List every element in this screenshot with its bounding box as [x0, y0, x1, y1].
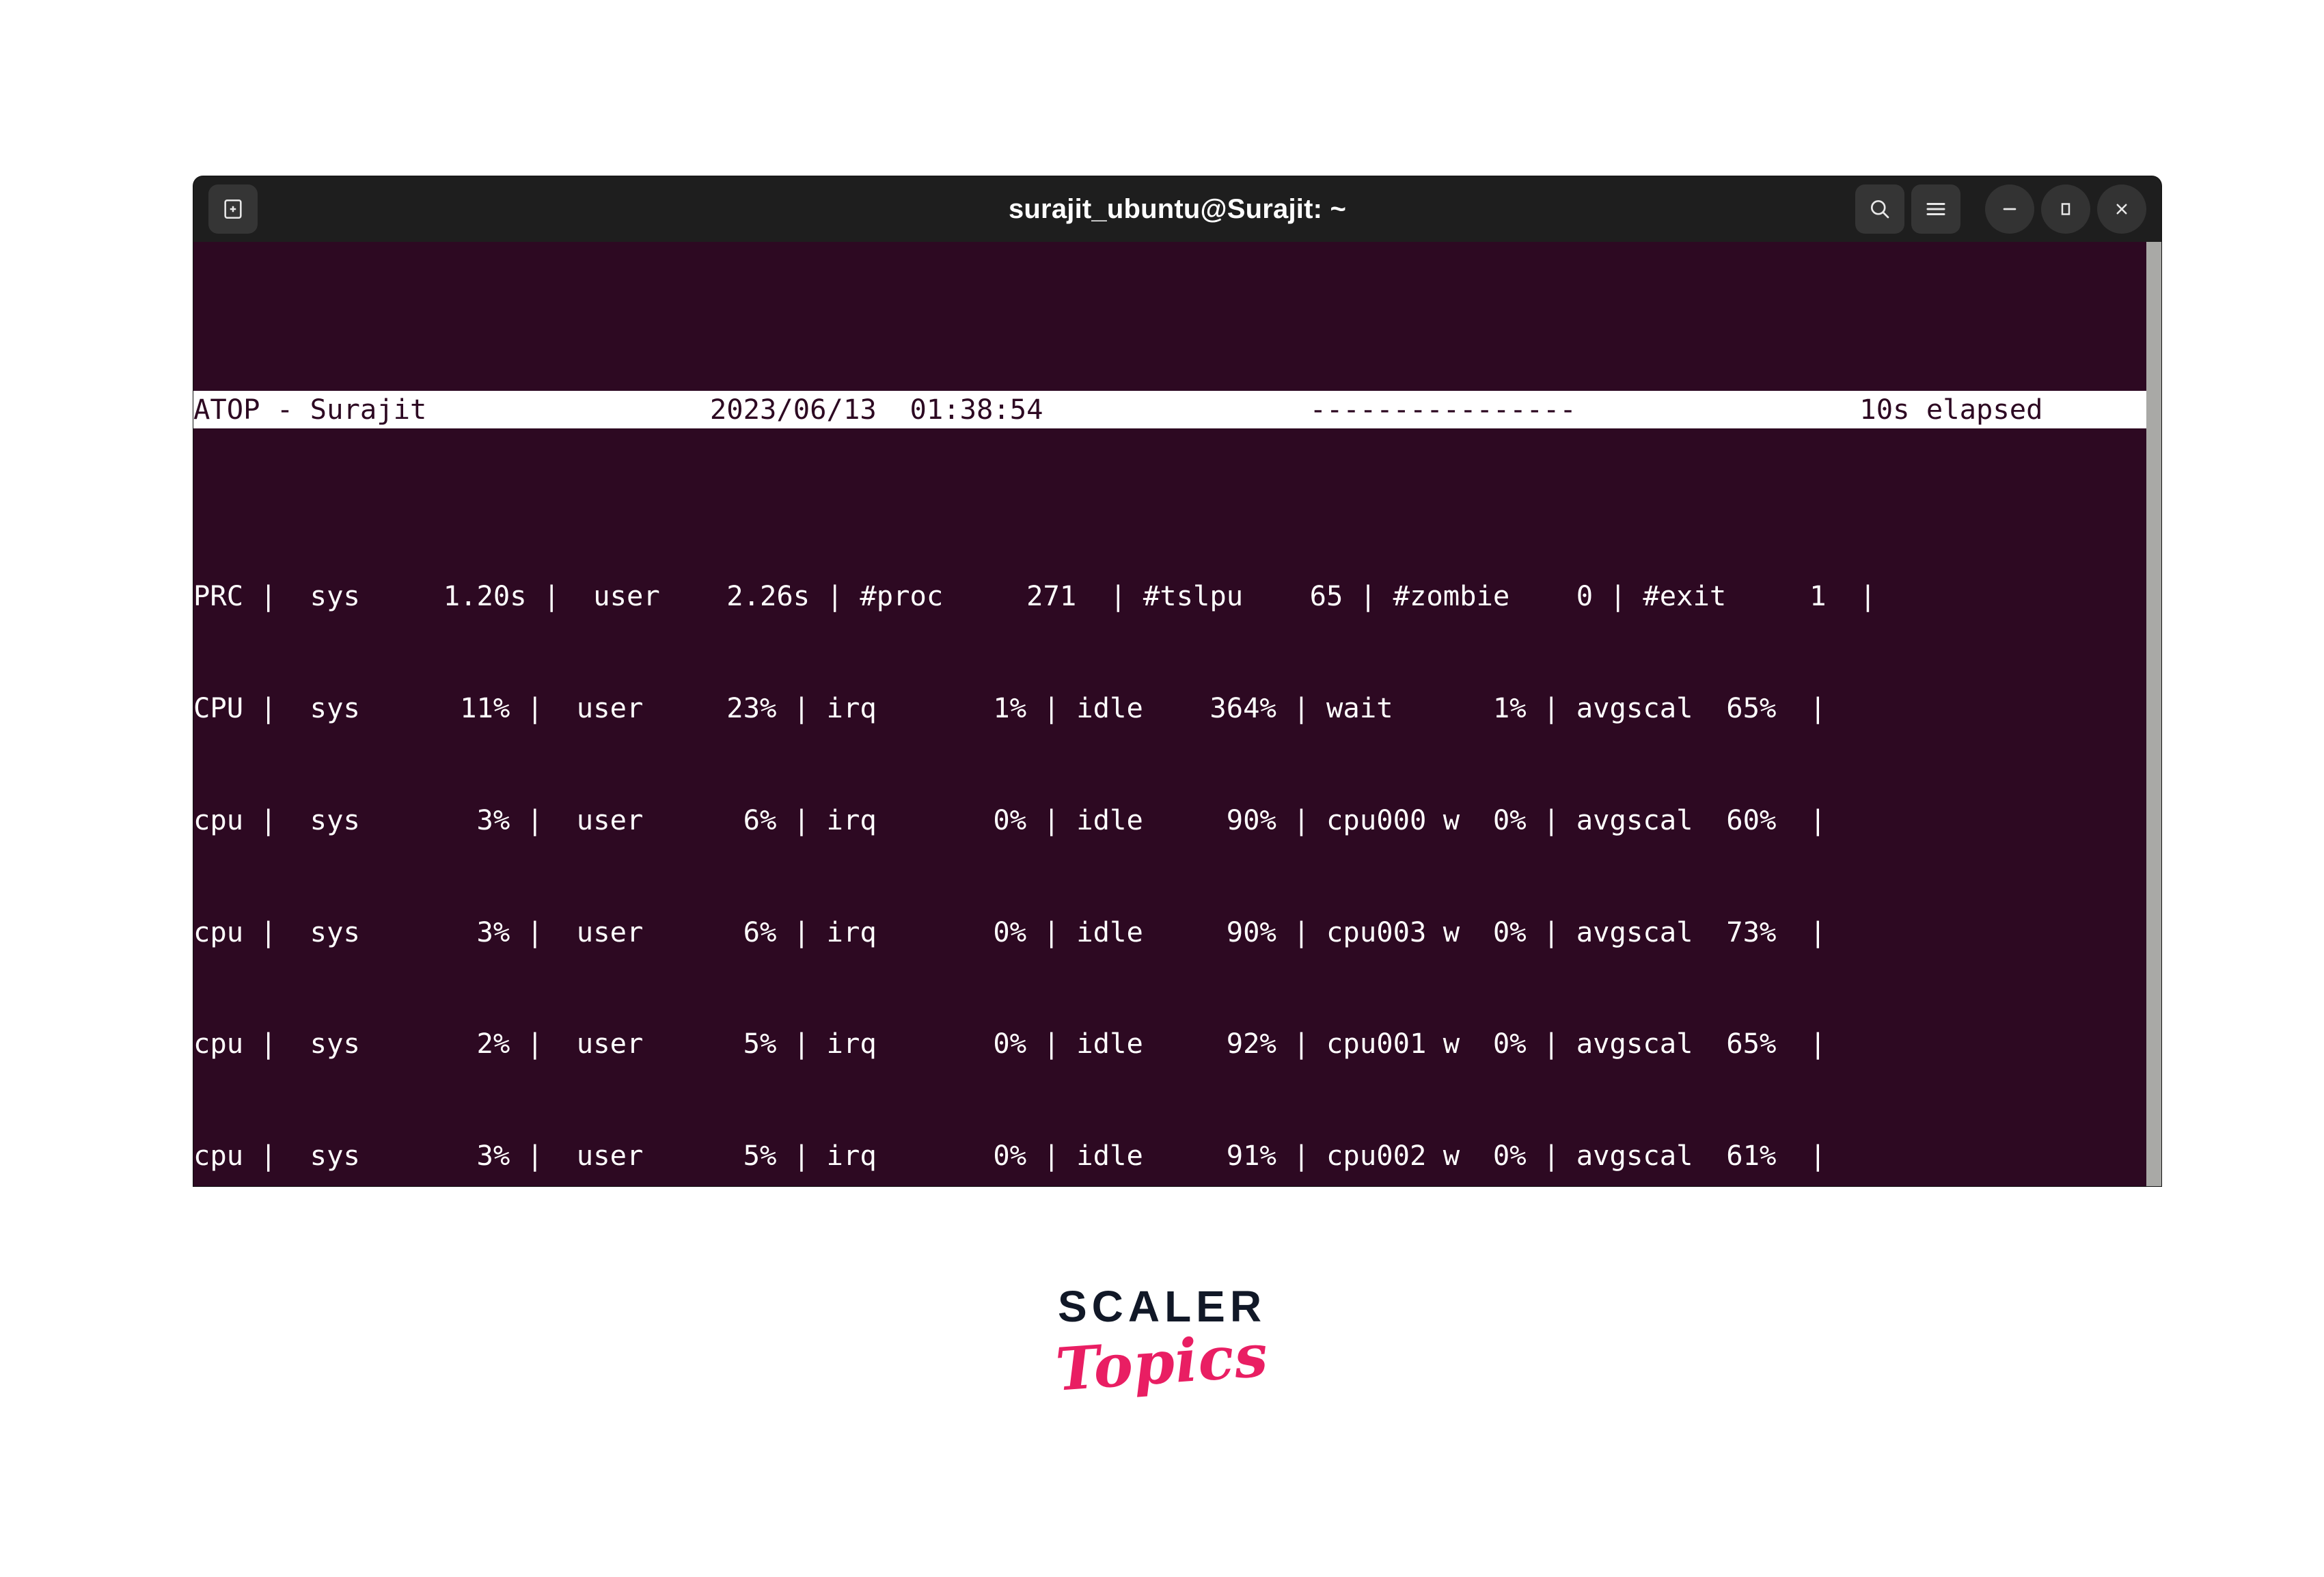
atop-row-cpu-0: cpu | sys 3% | user 6% | irq 0% | idle 9… [193, 803, 1827, 836]
title-bar: surajit_ubuntu@Surajit: ~ [193, 176, 2161, 242]
title-bar-left-controls [193, 184, 258, 234]
atop-row-cpu-total: CPU | sys 11% | user 23% | irq 1% | idle… [193, 691, 1827, 725]
terminal-screen: ATOP - Surajit 2023/06/13 01:38:54 -----… [193, 242, 2146, 1186]
new-tab-button[interactable] [208, 184, 258, 234]
menu-button[interactable] [1911, 184, 1960, 234]
atop-row-cpu-3: cpu | sys 3% | user 5% | irq 0% | idle 9… [193, 1139, 1827, 1173]
page-root: surajit_ubuntu@Surajit: ~ ATOP - Surajit… [0, 0, 2324, 1577]
atop-row-prc: PRC | sys 1.20s | user 2.26s | #proc 271… [193, 579, 1876, 613]
search-button[interactable] [1855, 184, 1904, 234]
maximize-icon [2061, 203, 2070, 215]
close-icon [2116, 204, 2127, 215]
atop-header-line: ATOP - Surajit 2023/06/13 01:38:54 -----… [193, 391, 2146, 428]
maximize-button[interactable] [2041, 184, 2090, 234]
terminal-scrollbar[interactable] [2146, 242, 2161, 1186]
minimize-button[interactable] [1985, 184, 2034, 234]
logo-primary-text: SCALER [1057, 1282, 1267, 1331]
new-tab-icon [224, 199, 242, 219]
close-button[interactable] [2097, 184, 2146, 234]
terminal-body[interactable]: ATOP - Surajit 2023/06/13 01:38:54 -----… [193, 242, 2161, 1186]
scaler-topics-logo: SCALER Topics [0, 1282, 2324, 1405]
atop-row-cpu-1: cpu | sys 3% | user 6% | irq 0% | idle 9… [193, 915, 1827, 948]
logo-secondary-text: Topics [1053, 1321, 1271, 1405]
terminal-window: surajit_ubuntu@Surajit: ~ ATOP - Surajit… [193, 176, 2161, 1186]
search-icon [1870, 200, 1889, 219]
atop-row-cpu-2: cpu | sys 2% | user 5% | irq 0% | idle 9… [193, 1027, 1827, 1060]
title-bar-right-controls [1855, 176, 2146, 242]
minimize-icon [2003, 208, 2017, 210]
hamburger-menu-icon [1926, 203, 1945, 215]
